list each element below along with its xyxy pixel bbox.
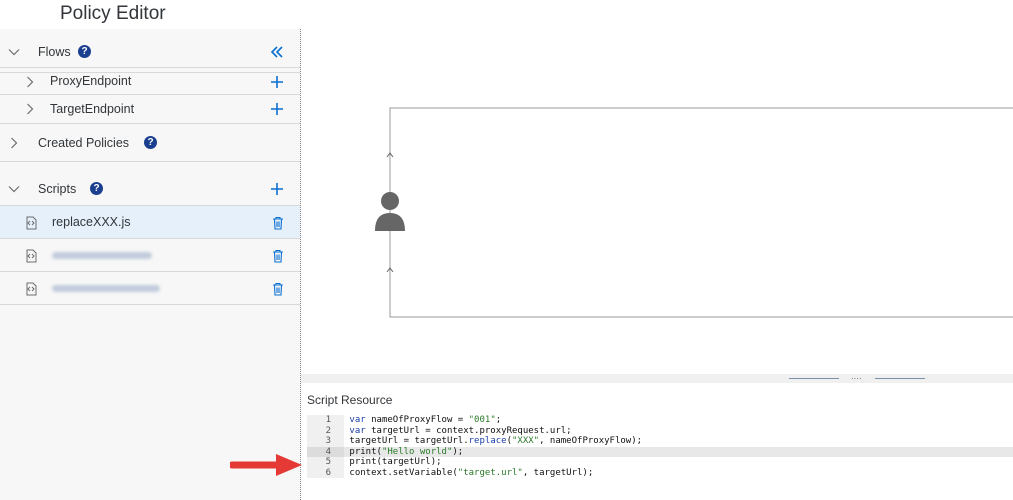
line-number: 1 bbox=[307, 415, 344, 426]
code-token: nameOfProxyFlow = bbox=[365, 415, 469, 425]
script-file-icon bbox=[26, 249, 37, 263]
add-icon[interactable] bbox=[270, 102, 284, 116]
chevron-right-icon[interactable] bbox=[8, 137, 20, 149]
sidebar: Flows ? ProxyEndpoint TargetEndpoint Cre… bbox=[0, 29, 301, 500]
chevron-right-icon[interactable] bbox=[24, 103, 36, 115]
add-icon[interactable] bbox=[270, 182, 284, 196]
flow-diagram bbox=[375, 107, 1013, 318]
code-token: context.setVariable( bbox=[349, 467, 458, 478]
delete-icon[interactable] bbox=[272, 282, 284, 296]
code-token: targetUrl = targetUrl. bbox=[349, 436, 469, 446]
add-icon[interactable] bbox=[270, 75, 284, 89]
script-item-label: replaceXXX.js bbox=[52, 215, 131, 229]
scripts-label: Scripts bbox=[38, 182, 77, 196]
code-editor[interactable]: 1 var nameOfProxyFlow = "001"; 2 var targ… bbox=[307, 415, 1013, 478]
line-number: 6 bbox=[307, 467, 344, 478]
code-token: print(targetUrl); bbox=[349, 457, 442, 467]
header-bar: Policy Editor bbox=[0, 0, 1013, 30]
flow-path bbox=[389, 107, 1013, 318]
code-token: "001" bbox=[468, 415, 496, 425]
help-icon[interactable]: ? bbox=[90, 182, 103, 195]
script-file-icon bbox=[26, 282, 37, 296]
flow-canvas[interactable] bbox=[301, 29, 1013, 374]
annotation-arrow-icon bbox=[230, 454, 302, 476]
delete-icon[interactable] bbox=[272, 249, 284, 263]
sidebar-item-label: ProxyEndpoint bbox=[50, 74, 132, 88]
delete-icon[interactable] bbox=[272, 216, 284, 230]
code-token: var bbox=[349, 425, 366, 436]
help-icon[interactable]: ? bbox=[144, 136, 157, 149]
panel-splitter[interactable]: ···· bbox=[301, 374, 1013, 383]
sidebar-item-proxyendpoint[interactable]: ProxyEndpoint bbox=[0, 67, 300, 95]
scripts-section-header[interactable]: Scripts ? bbox=[0, 174, 300, 204]
code-line[interactable]: 6 context.setVariable("target.url", targ… bbox=[307, 467, 1013, 478]
script-file-icon bbox=[26, 216, 37, 230]
created-policies-label: Created Policies bbox=[38, 135, 130, 150]
script-item-replacexxx[interactable]: replaceXXX.js bbox=[0, 205, 300, 239]
code-token: ); bbox=[452, 446, 464, 457]
code-token: "target.url" bbox=[457, 467, 523, 478]
help-icon[interactable]: ? bbox=[78, 45, 91, 58]
page-title: Policy Editor bbox=[60, 3, 166, 24]
code-line[interactable]: 4 print("Hello world"); bbox=[307, 446, 1013, 457]
splitter-grip-icon[interactable]: ···· bbox=[851, 375, 862, 383]
script-resource-panel: Script Resource 1 var nameOfProxyFlow = … bbox=[301, 383, 1013, 500]
line-number: 5 bbox=[307, 457, 344, 468]
code-token: ; bbox=[495, 415, 502, 425]
code-token: , targetUrl); bbox=[522, 467, 594, 478]
redacted-label bbox=[52, 252, 152, 259]
code-token: replace bbox=[468, 436, 507, 446]
sidebar-item-label: TargetEndpoint bbox=[50, 102, 135, 116]
script-item-redacted-1[interactable] bbox=[0, 239, 300, 272]
line-number: 4 bbox=[307, 446, 344, 457]
code-token: targetUrl = context.proxyRequest.url; bbox=[365, 425, 572, 436]
code-token: var bbox=[349, 415, 366, 425]
chevron-down-icon[interactable] bbox=[8, 183, 20, 195]
code-token: print( bbox=[349, 446, 382, 457]
sidebar-item-targetendpoint[interactable]: TargetEndpoint bbox=[0, 95, 300, 124]
line-number: 2 bbox=[307, 425, 344, 436]
code-line[interactable]: 1 var nameOfProxyFlow = "001"; bbox=[307, 415, 1013, 426]
flows-label: Flows bbox=[38, 44, 71, 59]
line-number: 3 bbox=[307, 436, 344, 447]
code-token: "XXX" bbox=[512, 436, 540, 446]
code-line[interactable]: 5 print(targetUrl); bbox=[307, 457, 1013, 468]
redacted-label bbox=[52, 285, 160, 292]
script-item-redacted-2[interactable] bbox=[0, 272, 300, 305]
code-line[interactable]: 2 var targetUrl = context.proxyRequest.u… bbox=[307, 425, 1013, 436]
script-resource-label: Script Resource bbox=[307, 393, 393, 407]
code-line[interactable]: 3 targetUrl = targetUrl.replace("XXX", n… bbox=[307, 436, 1013, 447]
code-token: , nameOfProxyFlow); bbox=[539, 436, 643, 446]
created-policies-section-header[interactable]: Created Policies ? bbox=[0, 124, 300, 162]
code-token: "Hello world" bbox=[381, 446, 453, 457]
chevron-down-icon[interactable] bbox=[8, 46, 20, 58]
chevron-right-icon[interactable] bbox=[24, 76, 36, 88]
collapse-double-chevron-icon[interactable] bbox=[270, 45, 284, 59]
